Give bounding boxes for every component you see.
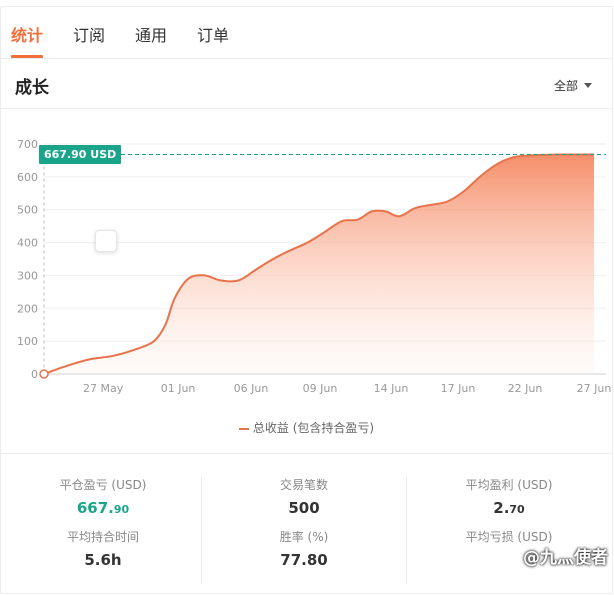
value-tooltip: 667.90 USD	[39, 145, 122, 164]
section-title: 成长	[15, 78, 49, 98]
chart-legend[interactable]: 总收益 (包含持合盈亏)	[1, 419, 612, 436]
stats-column-2: 交易笔数 500 胜率 (%) 77.80	[201, 476, 407, 584]
tab-stats[interactable]: 统计	[11, 22, 43, 46]
stat-label: 平仓盈亏 (USD)	[59, 478, 147, 492]
y-tick-label: 300	[17, 269, 38, 282]
stat-label: 平均盈利 (USD)	[465, 478, 553, 492]
x-tick-label: 27 Jun	[577, 382, 612, 395]
y-tick-label: 100	[17, 335, 38, 348]
x-tick-label: 27 May	[83, 382, 124, 395]
y-tick-label: 400	[17, 237, 38, 250]
chart-y-axis: 0 100 200 300 400 500 600 700	[17, 138, 38, 381]
stat-avg-hold-time: 平均持合时间 5.6h	[1, 528, 205, 569]
chart-x-axis: 27 May 01 Jun 06 Jun 09 Jun 14 Jun 17 Jun 22 J…	[83, 382, 611, 395]
growth-panel: 统计 订阅 通用 订单 成长 全部 0 100 200 300 400 500 600 700…	[0, 6, 613, 594]
y-tick-label: 200	[17, 302, 38, 315]
stats-column-1: 平仓盈亏 (USD) 667.90 平均持合时间 5.6h	[1, 476, 205, 584]
legend-swatch	[238, 427, 249, 430]
stat-value: 667.90	[76, 499, 130, 517]
y-tick-label: 500	[17, 204, 38, 217]
tab-subscribe[interactable]: 订阅	[73, 22, 105, 46]
stat-value: 2.70	[493, 499, 525, 517]
range-dropdown-label: 全部	[553, 79, 578, 93]
x-tick-label: 17 Jun	[441, 382, 476, 395]
stat-label: 交易笔数	[279, 478, 328, 492]
stat-value: 77.80	[280, 551, 328, 569]
x-tick-label: 06 Jun	[234, 382, 269, 395]
x-tick-label: 22 Jun	[508, 382, 543, 395]
y-tick-label: 0	[31, 368, 38, 381]
stat-label: 平均持合时间	[66, 530, 139, 544]
floating-handle[interactable]	[95, 230, 117, 252]
stats-summary: 平仓盈亏 (USD) 667.90 平均持合时间 5.6h 交易笔数 500 胜…	[1, 453, 612, 595]
tab-orders[interactable]: 订单	[197, 22, 229, 46]
growth-chart: 0 100 200 300 400 500 600 700 27 May 01 Jun 06 Ju…	[1, 109, 612, 449]
stat-value: 500	[288, 499, 320, 517]
stat-avg-profit: 平均盈利 (USD) 2.70	[407, 476, 611, 517]
stat-trade-count: 交易笔数 500	[202, 476, 406, 517]
section-header: 成长 全部	[1, 59, 612, 109]
chevron-down-icon	[584, 83, 592, 88]
x-tick-label: 01 Jun	[161, 382, 196, 395]
top-tabs: 统计 订阅 通用 订单	[1, 7, 612, 59]
y-tick-label: 700	[17, 138, 38, 151]
stat-label: 胜率 (%)	[279, 530, 329, 544]
tab-general[interactable]: 通用	[135, 22, 167, 46]
legend-label: 总收益 (包含持合盈亏)	[252, 421, 375, 435]
watermark: @九灬使者	[523, 548, 608, 568]
stat-closed-pnl: 平仓盈亏 (USD) 667.90	[1, 476, 205, 517]
stat-win-rate: 胜率 (%) 77.80	[202, 528, 406, 569]
x-tick-label: 09 Jun	[303, 382, 338, 395]
active-tab-indicator	[11, 55, 43, 58]
stat-value: 5.6h	[84, 551, 122, 569]
x-tick-label: 14 Jun	[374, 382, 409, 395]
chart-start-point	[39, 369, 49, 379]
range-dropdown[interactable]: 全部	[554, 77, 592, 94]
y-tick-label: 600	[17, 171, 38, 184]
